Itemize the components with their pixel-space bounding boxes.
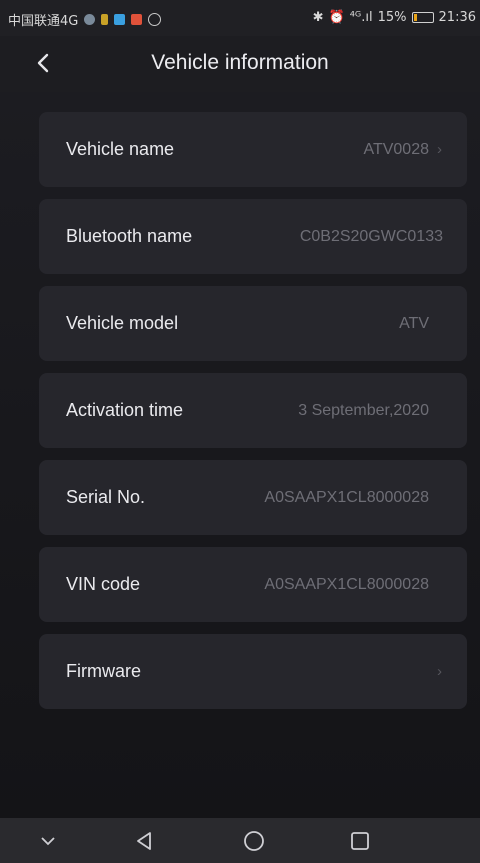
message-notification-icon xyxy=(114,14,126,25)
circle-home-icon xyxy=(244,831,264,851)
row-value: A0SAAPX1CL8000028 xyxy=(264,489,429,506)
row-label: Bluetooth name xyxy=(66,226,193,246)
row-serial-no: Serial No. A0SAAPX1CL8000028 xyxy=(39,460,467,535)
row-label: Vehicle name xyxy=(66,139,175,159)
battery-percent: 15% xyxy=(377,10,407,25)
nav-home-button[interactable] xyxy=(237,826,271,856)
chevron-right-icon: › xyxy=(437,141,442,158)
row-label: Serial No. xyxy=(66,487,146,507)
row-firmware[interactable]: Firmware › xyxy=(39,634,467,709)
row-value: ATV xyxy=(399,315,429,332)
nav-back-button[interactable] xyxy=(127,826,161,856)
status-right: ✱ ⏰ ⁴ᴳ.ıl 15% 21:36 xyxy=(313,10,476,25)
battery-icon xyxy=(411,12,434,23)
row-activation-time: Activation time 3 September,2020 xyxy=(39,373,467,448)
app-notification-icon xyxy=(84,14,96,25)
row-value: 3 September,2020 xyxy=(298,402,429,419)
row-label: Vehicle model xyxy=(66,313,179,333)
row-value: ATV0028 xyxy=(363,141,429,158)
settings-notification-icon xyxy=(148,13,162,26)
status-bar: 中国联通4G ✱ ⏰ ⁴ᴳ.ıl 15% 21:36 xyxy=(0,0,480,36)
status-left: 中国联通4G xyxy=(8,10,162,29)
vehicle-info-list: Vehicle name ATV0028 › Bluetooth name C0… xyxy=(0,92,480,818)
row-vehicle-name[interactable]: Vehicle name ATV0028 › xyxy=(39,112,467,187)
app-header: Vehicle information xyxy=(0,36,480,92)
square-recents-icon xyxy=(351,832,369,850)
nav-recents-button[interactable] xyxy=(343,826,377,856)
row-vehicle-model: Vehicle model ATV xyxy=(39,286,467,361)
page-title: Vehicle information xyxy=(151,51,329,74)
row-value: C0B2S20GWC0133 xyxy=(299,228,443,245)
bluetooth-icon: ✱ xyxy=(312,10,324,25)
hide-nav-button[interactable] xyxy=(31,826,65,856)
row-label: Activation time xyxy=(66,400,184,420)
carrier-label: 中国联通4G xyxy=(8,14,79,29)
triangle-back-icon xyxy=(137,832,151,850)
chevron-down-icon xyxy=(41,837,55,846)
row-value: A0SAAPX1CL8000028 xyxy=(264,576,429,593)
signal-icon: ⁴ᴳ.ıl xyxy=(349,10,373,25)
mail-notification-icon xyxy=(131,14,143,25)
clock-time: 21:36 xyxy=(438,10,476,25)
system-nav-bar xyxy=(0,818,480,863)
lock-notification-icon xyxy=(101,14,109,25)
chevron-right-icon: › xyxy=(437,663,442,680)
row-label: VIN code xyxy=(66,574,141,594)
row-bluetooth-name: Bluetooth name C0B2S20GWC0133 xyxy=(39,199,467,274)
row-label: Firmware xyxy=(66,661,141,681)
alarm-icon: ⏰ xyxy=(328,10,345,25)
row-vin-code: VIN code A0SAAPX1CL8000028 xyxy=(39,547,467,622)
